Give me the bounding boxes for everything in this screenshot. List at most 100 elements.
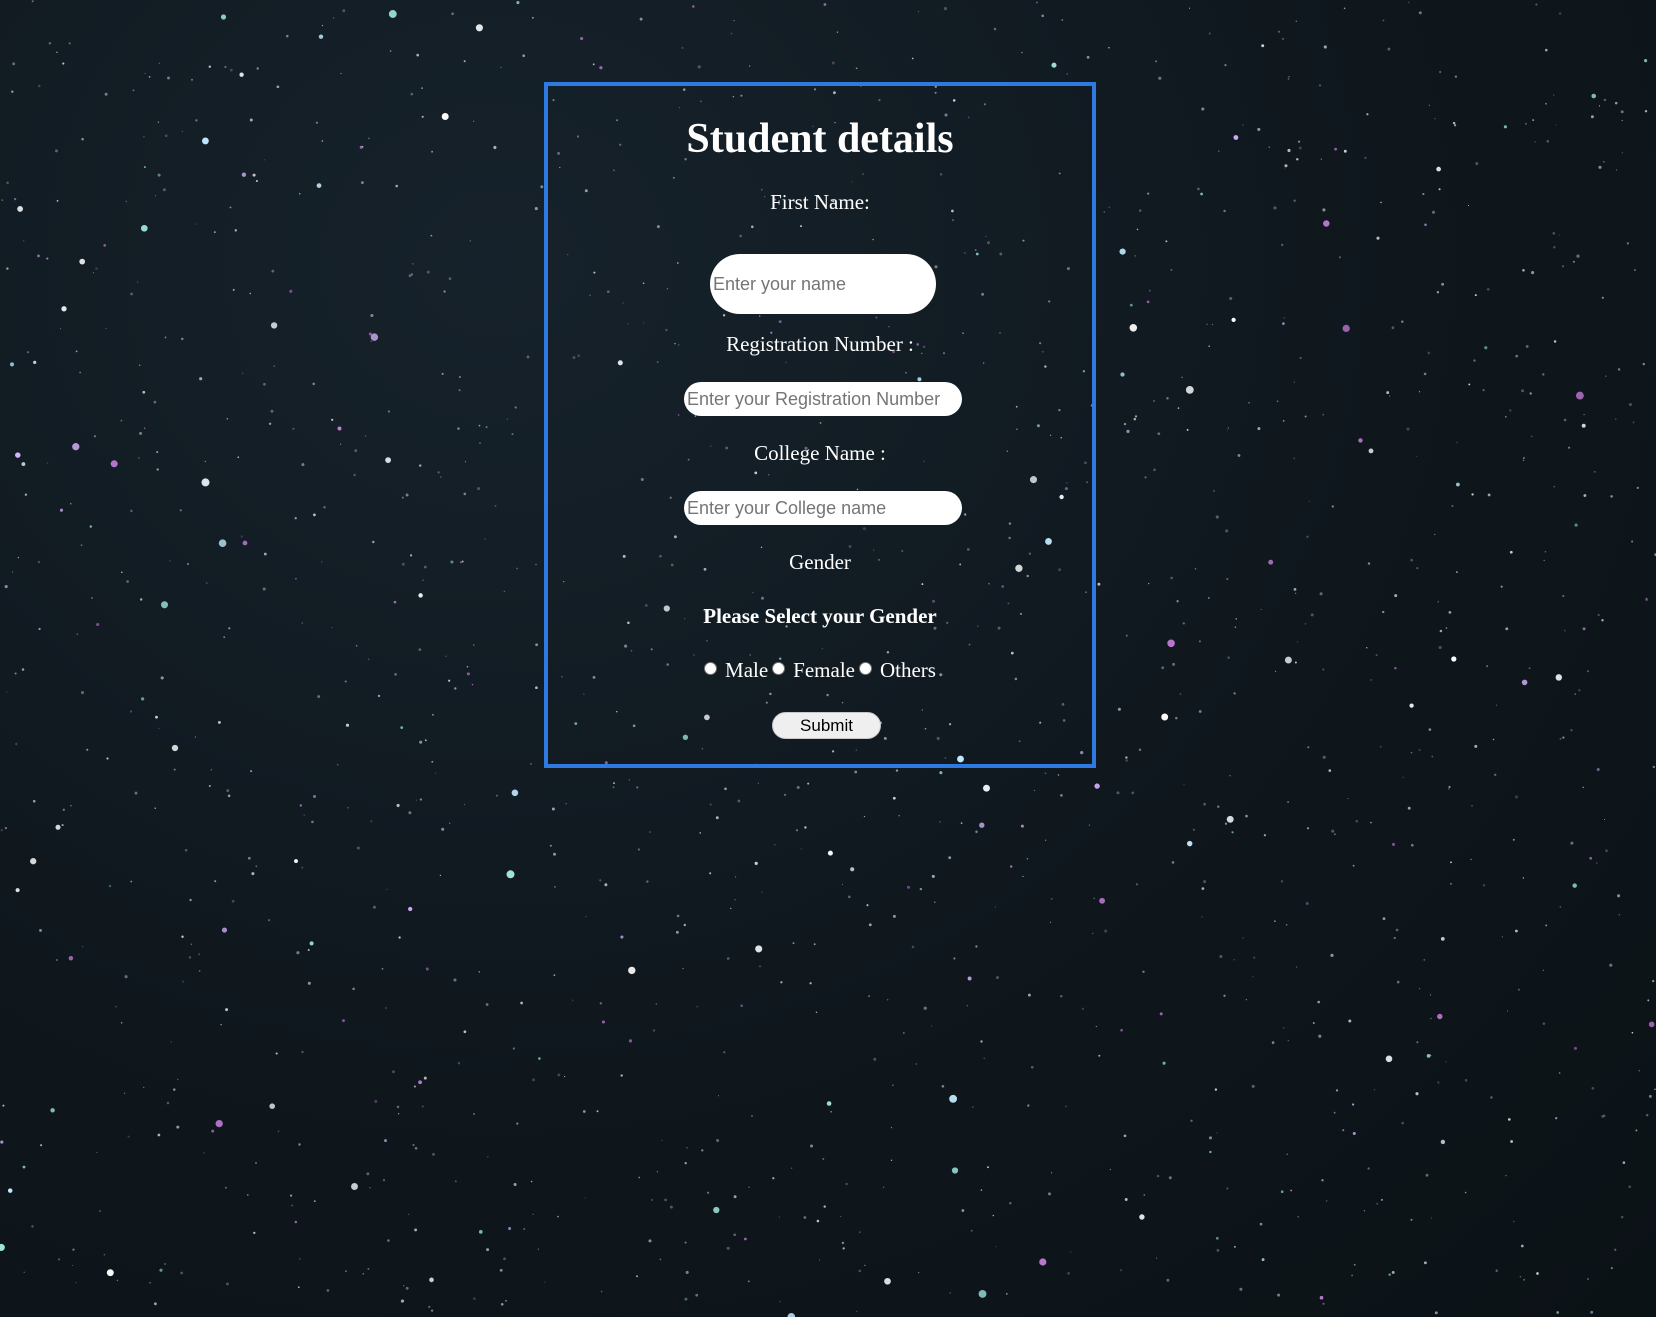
star [1295, 592, 1297, 594]
star [580, 36, 584, 41]
star [148, 76, 151, 78]
star [858, 1231, 861, 1234]
star [1471, 493, 1474, 496]
star [225, 1008, 229, 1012]
star [1464, 1191, 1467, 1194]
college-name-input[interactable] [684, 491, 962, 525]
star [1418, 988, 1421, 990]
star [733, 20, 735, 22]
star [381, 968, 384, 970]
gender-option-male-label: Male [725, 658, 769, 682]
star [331, 418, 334, 421]
star [95, 267, 98, 270]
star [1510, 1140, 1513, 1143]
star [933, 901, 936, 904]
star [347, 807, 349, 809]
star [815, 1011, 818, 1013]
star [1562, 265, 1564, 268]
star [520, 1001, 523, 1005]
star [557, 1215, 559, 1218]
star [685, 1270, 689, 1274]
star [340, 443, 342, 445]
gender-radio-male[interactable] [704, 662, 718, 675]
star [557, 1073, 561, 1077]
star [414, 1146, 418, 1150]
star [493, 145, 497, 150]
star [33, 360, 37, 364]
star [1610, 495, 1613, 498]
star [1325, 1200, 1328, 1202]
star [530, 1180, 533, 1183]
star [523, 1228, 525, 1230]
star [1123, 422, 1127, 426]
star [1509, 409, 1512, 412]
star [1295, 20, 1298, 22]
star [734, 899, 736, 901]
first-name-input[interactable] [710, 254, 936, 314]
gender-radio-female[interactable] [772, 662, 786, 675]
star [1509, 550, 1513, 554]
star [413, 1085, 416, 1088]
star [1229, 296, 1233, 301]
star [1304, 415, 1307, 418]
star [1214, 1088, 1218, 1091]
star [1482, 389, 1485, 392]
star [160, 601, 169, 609]
star [1133, 417, 1137, 421]
star [143, 1086, 145, 1089]
star [410, 554, 413, 557]
star [1319, 1295, 1324, 1300]
star [978, 1289, 987, 1298]
star [1166, 397, 1169, 400]
star [1235, 618, 1237, 620]
registration-number-input[interactable] [684, 382, 962, 416]
star [301, 866, 304, 869]
star [1277, 1293, 1281, 1297]
star [441, 372, 444, 375]
student-details-form: Student details First Name: Registration… [544, 82, 1096, 768]
star [1044, 772, 1047, 775]
star [195, 223, 198, 225]
star [1198, 640, 1201, 643]
star [431, 150, 434, 153]
star [1242, 124, 1244, 126]
star [1304, 623, 1307, 625]
star [6, 691, 8, 693]
star [1088, 824, 1091, 826]
star [226, 789, 230, 793]
star [1319, 84, 1321, 87]
star [1603, 98, 1607, 102]
star [32, 799, 36, 803]
star [386, 888, 388, 890]
star [1203, 880, 1207, 884]
star [1407, 806, 1411, 810]
star [1427, 351, 1431, 355]
star [1103, 211, 1105, 213]
star [57, 1258, 61, 1261]
star [7, 1188, 13, 1193]
star [1423, 959, 1426, 961]
gender-radio-others[interactable] [858, 662, 872, 675]
star [1282, 1026, 1285, 1029]
star [1281, 243, 1284, 247]
star [1215, 515, 1219, 519]
star [1057, 774, 1060, 776]
star [747, 1280, 750, 1283]
star [1227, 427, 1230, 429]
star [1536, 1272, 1539, 1275]
star [1644, 109, 1648, 113]
star [1615, 169, 1618, 171]
star [636, 786, 639, 789]
star [1108, 46, 1110, 49]
star [1524, 122, 1527, 125]
star [661, 1139, 663, 1142]
submit-button[interactable]: Submit [772, 712, 881, 739]
star [1319, 592, 1323, 596]
star [803, 1216, 807, 1219]
star [184, 848, 188, 852]
star [204, 460, 206, 463]
star [1352, 1131, 1356, 1136]
star [604, 883, 608, 887]
star [70, 503, 72, 505]
star [1095, 1026, 1097, 1028]
